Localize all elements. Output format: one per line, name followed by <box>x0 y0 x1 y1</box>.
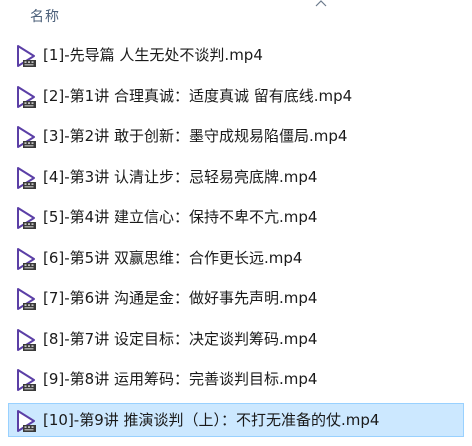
file-name: [1]-先导篇 人生无处不谈判.mp4 <box>43 46 263 64</box>
column-header: 名称 <box>0 0 472 32</box>
file-row[interactable]: [3]-第2讲 敢于创新：墨守成规易陷僵局.mp4 <box>8 119 464 153</box>
video-file-icon <box>17 166 36 189</box>
video-file-icon <box>17 288 36 310</box>
video-file-icon <box>17 409 36 432</box>
file-row[interactable]: [2]-第1讲 合理真诚：适度真诚 留有底线.mp4 <box>8 79 464 113</box>
video-file-icon <box>17 207 36 229</box>
file-name: [8]-第7讲 设定目标：决定谈判筹码.mp4 <box>43 329 318 348</box>
file-row[interactable]: [10]-第9讲 推演谈判（上）：不打无准备的仗.mp4 <box>8 402 464 437</box>
video-file-icon <box>17 369 36 391</box>
file-row[interactable]: [1]-先导篇 人生无处不谈判.mp4 <box>8 38 464 72</box>
video-file-icon <box>17 85 36 108</box>
file-row[interactable]: [8]-第7讲 设定目标：决定谈判筹码.mp4 <box>8 322 464 356</box>
chevron-up-icon[interactable] <box>314 0 328 8</box>
file-row[interactable]: [4]-第3讲 认清让步：忌轻易亮底牌.mp4 <box>8 160 464 194</box>
video-file-icon <box>17 328 36 351</box>
file-name: [4]-第3讲 认清让步：忌轻易亮底牌.mp4 <box>43 167 318 186</box>
file-name: [7]-第6讲 沟通是金：做好事先声明.mp4 <box>43 289 318 307</box>
file-name: [3]-第2讲 敢于创新：墨守成规易陷僵局.mp4 <box>43 127 348 145</box>
file-row[interactable]: [6]-第5讲 双赢思维：合作更长远.mp4 <box>8 241 464 275</box>
video-file-icon <box>17 247 36 270</box>
file-name: [9]-第8讲 运用筹码：完善谈判目标.mp4 <box>43 370 318 388</box>
file-name: [10]-第9讲 推演谈判（上）：不打无准备的仗.mp4 <box>43 410 380 429</box>
name-column-header[interactable]: 名称 <box>30 6 60 26</box>
file-name: [5]-第4讲 建立信心：保持不卑不亢.mp4 <box>43 208 318 226</box>
file-row[interactable]: [7]-第6讲 沟通是金：做好事先声明.mp4 <box>8 281 464 315</box>
file-row[interactable]: [9]-第8讲 运用筹码：完善谈判目标.mp4 <box>8 362 464 396</box>
file-row[interactable]: [5]-第4讲 建立信心：保持不卑不亢.mp4 <box>8 200 464 234</box>
file-name: [6]-第5讲 双赢思维：合作更长远.mp4 <box>43 248 303 267</box>
file-name: [2]-第1讲 合理真诚：适度真诚 留有底线.mp4 <box>43 86 353 105</box>
video-file-icon <box>17 45 36 67</box>
video-file-icon <box>17 126 36 148</box>
